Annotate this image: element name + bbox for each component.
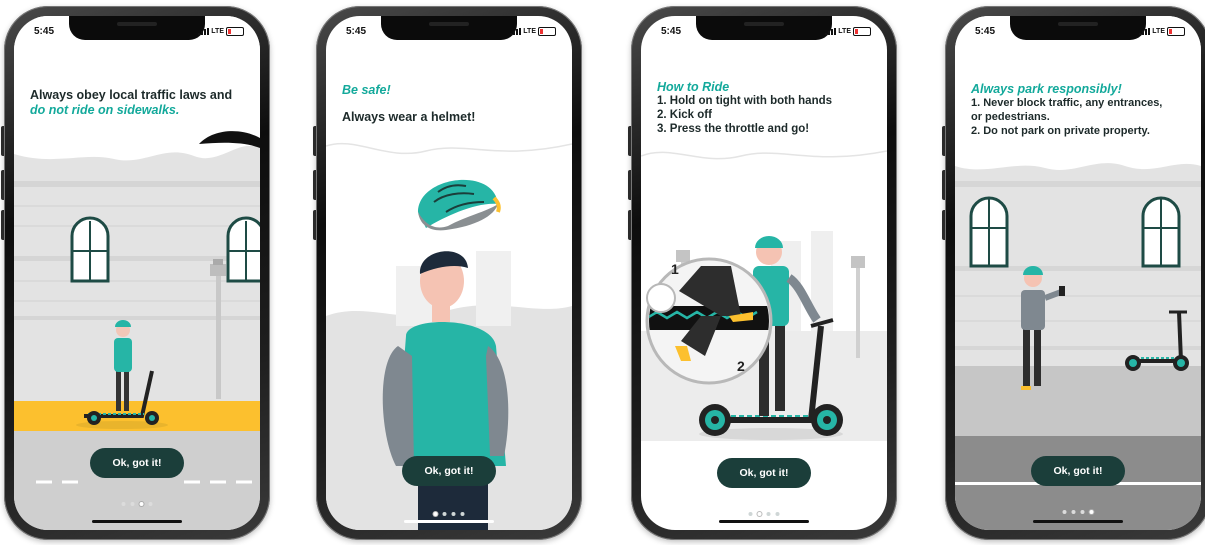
home-indicator xyxy=(404,520,494,523)
title-heading: Always park responsibly! xyxy=(971,82,1122,96)
park-rules: Always park responsibly! 1. Never block … xyxy=(971,82,1189,138)
page-dot[interactable] xyxy=(1062,510,1067,514)
rule-item: 1. Never block traffic, any entrances, xyxy=(971,97,1163,109)
signal-icon xyxy=(1139,28,1151,35)
phone-frame-4: 5:45 LTE Always park responsibly! 1. Nev… xyxy=(942,6,1205,540)
rule-item: or pedestrians. xyxy=(971,111,1050,123)
home-indicator xyxy=(719,520,809,523)
status-bar: 5:45 LTE xyxy=(955,26,1201,40)
phone-frame-3: 5:45 LTE 1 2 How to Ride 1. Hold on tigh… xyxy=(628,6,897,540)
battery-icon xyxy=(853,27,871,36)
how-to-ride-list: How to Ride 1. Hold on tight with both h… xyxy=(657,80,875,136)
signal-icon xyxy=(510,28,522,35)
page-dot-active[interactable] xyxy=(757,512,762,516)
title-heading: How to Ride xyxy=(657,80,730,94)
network-label: LTE xyxy=(211,28,224,35)
battery-icon xyxy=(1167,27,1185,36)
signal-icon xyxy=(825,28,837,35)
step-item: 2. Kick off xyxy=(657,109,712,121)
page-dot[interactable] xyxy=(148,502,153,506)
intro-title: Always obey local traffic laws and do no… xyxy=(30,88,248,118)
screen-be-safe: 5:45 LTE Be safe! Always wear a helmet! … xyxy=(326,16,572,530)
title-accent: do not ride on sidewalks. xyxy=(30,103,180,117)
status-signal: LTE xyxy=(1139,27,1185,36)
ok-got-it-button[interactable]: Ok, got it! xyxy=(402,456,496,486)
page-dot-active[interactable] xyxy=(1089,510,1094,514)
phone-frame-1: 5:45 LTE Always obey local traffic laws … xyxy=(1,6,270,540)
page-dot[interactable] xyxy=(775,512,780,516)
rule-item: 2. Do not park on private property. xyxy=(971,125,1150,137)
page-dot[interactable] xyxy=(766,512,771,516)
home-indicator xyxy=(92,520,182,523)
page-dot[interactable] xyxy=(748,512,753,516)
title-heading: Be safe! xyxy=(342,83,391,97)
page-dot-active[interactable] xyxy=(139,502,144,506)
page-indicator xyxy=(121,502,153,506)
screen-how-to-ride: 5:45 LTE 1 2 How to Ride 1. Hold on tigh… xyxy=(641,16,887,530)
network-label: LTE xyxy=(838,28,851,35)
status-time: 5:45 xyxy=(661,26,682,37)
page-dot[interactable] xyxy=(121,502,126,506)
ok-got-it-button[interactable]: Ok, got it! xyxy=(90,448,184,478)
status-time: 5:45 xyxy=(975,26,996,37)
status-signal: LTE xyxy=(825,27,871,36)
screen-traffic-laws: 5:45 LTE Always obey local traffic laws … xyxy=(14,16,260,530)
network-label: LTE xyxy=(523,28,536,35)
ok-got-it-button[interactable]: Ok, got it! xyxy=(1031,456,1125,486)
status-bar: 5:45 LTE xyxy=(326,26,572,40)
ok-got-it-button[interactable]: Ok, got it! xyxy=(717,458,811,488)
page-dot-active[interactable] xyxy=(433,512,438,516)
home-indicator xyxy=(1033,520,1123,523)
page-dot[interactable] xyxy=(451,512,456,516)
step-item: 3. Press the throttle and go! xyxy=(657,123,810,135)
signal-icon xyxy=(198,28,210,35)
helmet xyxy=(418,179,501,231)
status-signal: LTE xyxy=(198,27,244,36)
intro-title: Be safe! Always wear a helmet! xyxy=(342,83,560,125)
battery-icon xyxy=(226,27,244,36)
status-signal: LTE xyxy=(510,27,556,36)
page-indicator xyxy=(748,512,780,516)
page-dot[interactable] xyxy=(130,502,135,506)
page-dot[interactable] xyxy=(442,512,447,516)
status-bar: 5:45 LTE xyxy=(14,26,260,40)
page-indicator xyxy=(1062,510,1094,514)
phone-frame-2: 5:45 LTE Be safe! Always wear a helmet! … xyxy=(313,6,582,540)
page-dot[interactable] xyxy=(1080,510,1085,514)
title-line: Always obey local traffic laws and xyxy=(30,88,233,102)
callout-number-2: 2 xyxy=(737,358,745,374)
step-item: 1. Hold on tight with both hands xyxy=(657,95,833,107)
battery-icon xyxy=(538,27,556,36)
status-bar: 5:45 LTE xyxy=(641,26,887,40)
callout-number-1: 1 xyxy=(671,261,679,277)
status-time: 5:45 xyxy=(34,26,55,37)
page-dot[interactable] xyxy=(460,512,465,516)
screen-park-responsibly: 5:45 LTE Always park responsibly! 1. Nev… xyxy=(955,16,1201,530)
page-indicator xyxy=(433,512,465,516)
status-time: 5:45 xyxy=(346,26,367,37)
page-dot[interactable] xyxy=(1071,510,1076,514)
network-label: LTE xyxy=(1152,28,1165,35)
title-body: Always wear a helmet! xyxy=(342,110,476,124)
